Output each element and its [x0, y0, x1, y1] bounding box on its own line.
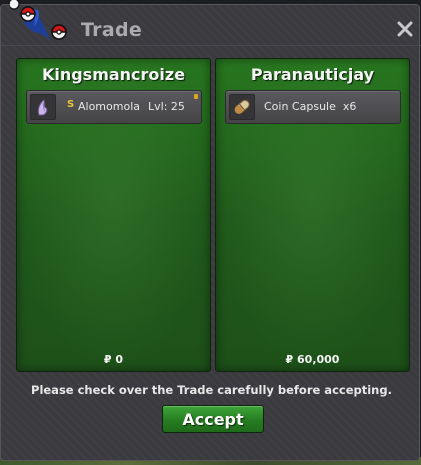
close-icon[interactable]: [397, 21, 413, 37]
held-item-indicator-icon: [194, 94, 198, 99]
trade-notice: Please check over the Trade carefully be…: [31, 383, 392, 397]
money-right: ₽ 60,000: [285, 353, 340, 366]
trade-item-slot-left[interactable]: S Alomomola Lvl: 25: [26, 90, 202, 124]
pokemon-logo-icon: [8, 0, 74, 46]
trade-item-label-right: Coin Capsule x6: [264, 100, 357, 113]
trade-panel-left: Kingsmancroize S Alomomola Lvl: 25 ₽ 0: [16, 58, 211, 372]
pokemon-sprite-icon: [30, 94, 56, 120]
player-name-left: Kingsmancroize: [41, 65, 186, 84]
player-name-right: Paranauticjay: [250, 65, 375, 84]
trade-window: Trade Kingsmancroize S Alomomola Lvl: 25 …: [0, 4, 421, 461]
trade-panel-right: Paranauticjay Coin Capsule x6 ₽ 60,000: [215, 58, 410, 372]
money-left: ₽ 0: [103, 353, 124, 366]
accept-button[interactable]: Accept: [162, 405, 264, 433]
trade-item-label-left: Alomomola Lvl: 25: [78, 100, 185, 113]
pokemon-level: Lvl: 25: [148, 100, 185, 113]
shiny-badge: S: [67, 99, 75, 110]
pokemon-name: Alomomola: [78, 100, 140, 113]
coin-capsule-icon: [229, 94, 255, 120]
trade-item-slot-right[interactable]: Coin Capsule x6: [225, 90, 401, 124]
window-title: Trade: [81, 19, 143, 41]
